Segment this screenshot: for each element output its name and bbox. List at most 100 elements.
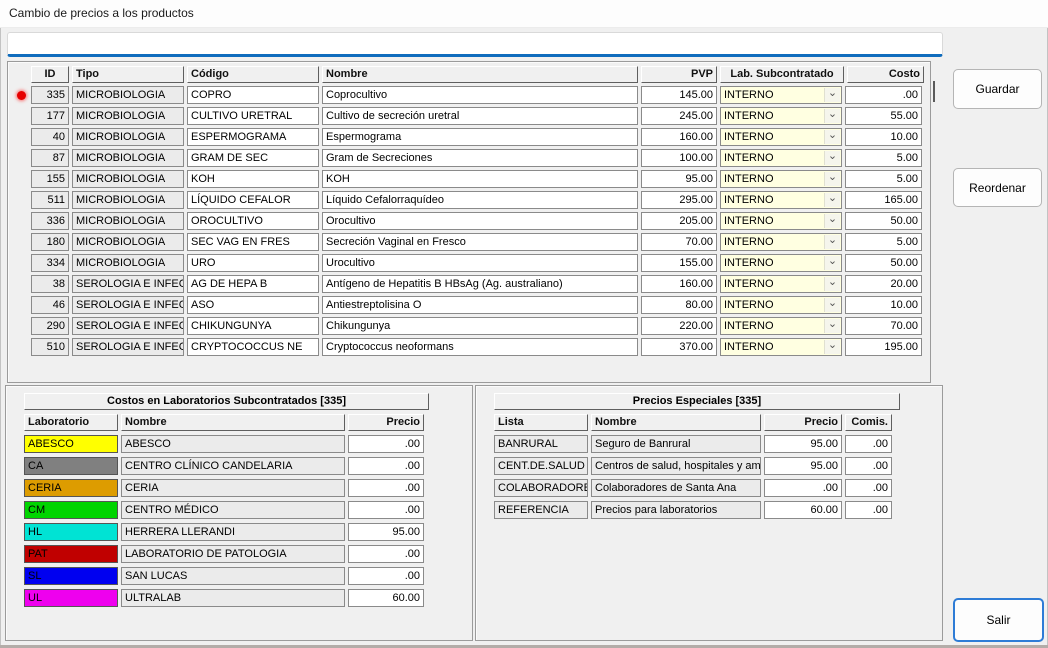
cell-codigo[interactable]: KOH [187, 170, 319, 188]
cell-costo[interactable]: 50.00 [845, 212, 922, 230]
cell-pvp[interactable]: 205.00 [641, 212, 717, 230]
record-selector[interactable] [11, 108, 31, 124]
cell-nombre[interactable]: Antígeno de Hepatitis B HBsAg (Ag. austr… [322, 275, 638, 293]
chevron-down-icon[interactable]: ⌄ [824, 340, 840, 354]
cell-costo[interactable]: 70.00 [845, 317, 922, 335]
cell-codigo[interactable]: ESPERMOGRAMA [187, 128, 319, 146]
reorder-button[interactable]: Reordenar [953, 168, 1042, 207]
lab-precio-input[interactable]: 95.00 [348, 523, 424, 541]
lab-precio-input[interactable]: .00 [348, 479, 424, 497]
column-header-nombre[interactable]: Nombre [322, 66, 638, 83]
search-input[interactable] [7, 32, 943, 57]
lab-subcontratado-dropdown[interactable]: INTERNO ⌄ [720, 107, 842, 125]
lab-subcontratado-dropdown[interactable]: INTERNO ⌄ [720, 338, 842, 356]
precio-input[interactable]: 95.00 [764, 457, 842, 475]
chevron-down-icon[interactable]: ⌄ [824, 109, 840, 123]
lab-subcontratado-dropdown[interactable]: INTERNO ⌄ [720, 212, 842, 230]
cell-costo[interactable]: 5.00 [845, 170, 922, 188]
record-selector[interactable] [11, 318, 31, 334]
column-header-pvp[interactable]: PVP [641, 66, 717, 83]
cell-costo[interactable]: 165.00 [845, 191, 922, 209]
column-header-comis[interactable]: Comis. [845, 414, 892, 431]
cell-pvp[interactable]: 370.00 [641, 338, 717, 356]
lab-subcontratado-dropdown[interactable]: INTERNO ⌄ [720, 128, 842, 146]
column-header-codigo[interactable]: Código [187, 66, 319, 83]
cell-pvp[interactable]: 295.00 [641, 191, 717, 209]
lab-precio-input[interactable]: .00 [348, 545, 424, 563]
lab-subcontratado-dropdown[interactable]: INTERNO ⌄ [720, 86, 842, 104]
cell-costo[interactable]: 5.00 [845, 233, 922, 251]
chevron-down-icon[interactable]: ⌄ [824, 214, 840, 228]
column-header-nombre[interactable]: Nombre [591, 414, 761, 431]
record-selector[interactable] [11, 297, 31, 313]
precio-input[interactable]: 60.00 [764, 501, 842, 519]
cell-codigo[interactable]: SEC VAG EN FRES [187, 233, 319, 251]
cell-nombre[interactable]: Gram de Secreciones [322, 149, 638, 167]
lab-precio-input[interactable]: .00 [348, 457, 424, 475]
lab-precio-input[interactable]: 60.00 [348, 589, 424, 607]
cell-nombre[interactable]: Chikungunya [322, 317, 638, 335]
cell-nombre[interactable]: Cultivo de secreción uretral [322, 107, 638, 125]
record-selector[interactable] [11, 213, 31, 229]
cell-nombre[interactable]: Coprocultivo [322, 86, 638, 104]
cell-pvp[interactable]: 160.00 [641, 128, 717, 146]
column-header-laboratorio[interactable]: Laboratorio [24, 414, 118, 431]
cell-pvp[interactable]: 95.00 [641, 170, 717, 188]
precio-input[interactable]: .00 [764, 479, 842, 497]
cell-pvp[interactable]: 245.00 [641, 107, 717, 125]
chevron-down-icon[interactable]: ⌄ [824, 88, 840, 102]
lab-subcontratado-dropdown[interactable]: INTERNO ⌄ [720, 254, 842, 272]
cell-pvp[interactable]: 80.00 [641, 296, 717, 314]
chevron-down-icon[interactable]: ⌄ [824, 172, 840, 186]
cell-nombre[interactable]: Antiestreptolisina O [322, 296, 638, 314]
cell-pvp[interactable]: 145.00 [641, 86, 717, 104]
column-header-tipo[interactable]: Tipo [72, 66, 184, 83]
record-selector[interactable] [11, 87, 31, 103]
comis-input[interactable]: .00 [845, 457, 892, 475]
cell-costo[interactable]: 20.00 [845, 275, 922, 293]
cell-codigo[interactable]: OROCULTIVO [187, 212, 319, 230]
column-header-costo[interactable]: Costo [847, 66, 924, 83]
lab-subcontratado-dropdown[interactable]: INTERNO ⌄ [720, 170, 842, 188]
lab-subcontratado-dropdown[interactable]: INTERNO ⌄ [720, 275, 842, 293]
cell-costo[interactable]: 10.00 [845, 296, 922, 314]
lab-precio-input[interactable]: .00 [348, 567, 424, 585]
cell-pvp[interactable]: 100.00 [641, 149, 717, 167]
chevron-down-icon[interactable]: ⌄ [824, 298, 840, 312]
exit-button[interactable]: Salir [953, 598, 1044, 642]
save-button[interactable]: Guardar [953, 69, 1042, 109]
cell-nombre[interactable]: Orocultivo [322, 212, 638, 230]
comis-input[interactable]: .00 [845, 435, 892, 453]
chevron-down-icon[interactable]: ⌄ [824, 130, 840, 144]
cell-codigo[interactable]: URO [187, 254, 319, 272]
record-selector[interactable] [11, 129, 31, 145]
cell-codigo[interactable]: GRAM DE SEC [187, 149, 319, 167]
column-header-nombre[interactable]: Nombre [121, 414, 345, 431]
cell-nombre[interactable]: Cryptococcus neoformans [322, 338, 638, 356]
cell-codigo[interactable]: CHIKUNGUNYA [187, 317, 319, 335]
lab-subcontratado-dropdown[interactable]: INTERNO ⌄ [720, 191, 842, 209]
cell-costo[interactable]: .00 [845, 86, 922, 104]
lab-subcontratado-dropdown[interactable]: INTERNO ⌄ [720, 233, 842, 251]
cell-costo[interactable]: 50.00 [845, 254, 922, 272]
cell-nombre[interactable]: KOH [322, 170, 638, 188]
chevron-down-icon[interactable]: ⌄ [824, 235, 840, 249]
chevron-down-icon[interactable]: ⌄ [824, 151, 840, 165]
comis-input[interactable]: .00 [845, 501, 892, 519]
cell-pvp[interactable]: 220.00 [641, 317, 717, 335]
record-selector[interactable] [11, 276, 31, 292]
column-header-lab-subcontratado[interactable]: Lab. Subcontratado [720, 66, 844, 83]
cell-pvp[interactable]: 70.00 [641, 233, 717, 251]
column-header-id[interactable]: ID [31, 66, 69, 83]
cell-nombre[interactable]: Urocultivo [322, 254, 638, 272]
cell-pvp[interactable]: 155.00 [641, 254, 717, 272]
cell-costo[interactable]: 55.00 [845, 107, 922, 125]
lab-subcontratado-dropdown[interactable]: INTERNO ⌄ [720, 149, 842, 167]
column-header-precio[interactable]: Precio [764, 414, 842, 431]
chevron-down-icon[interactable]: ⌄ [824, 256, 840, 270]
grid-scrollbar-thumb[interactable] [933, 81, 935, 102]
cell-pvp[interactable]: 160.00 [641, 275, 717, 293]
record-selector[interactable] [11, 150, 31, 166]
record-selector[interactable] [11, 192, 31, 208]
lab-precio-input[interactable]: .00 [348, 501, 424, 519]
